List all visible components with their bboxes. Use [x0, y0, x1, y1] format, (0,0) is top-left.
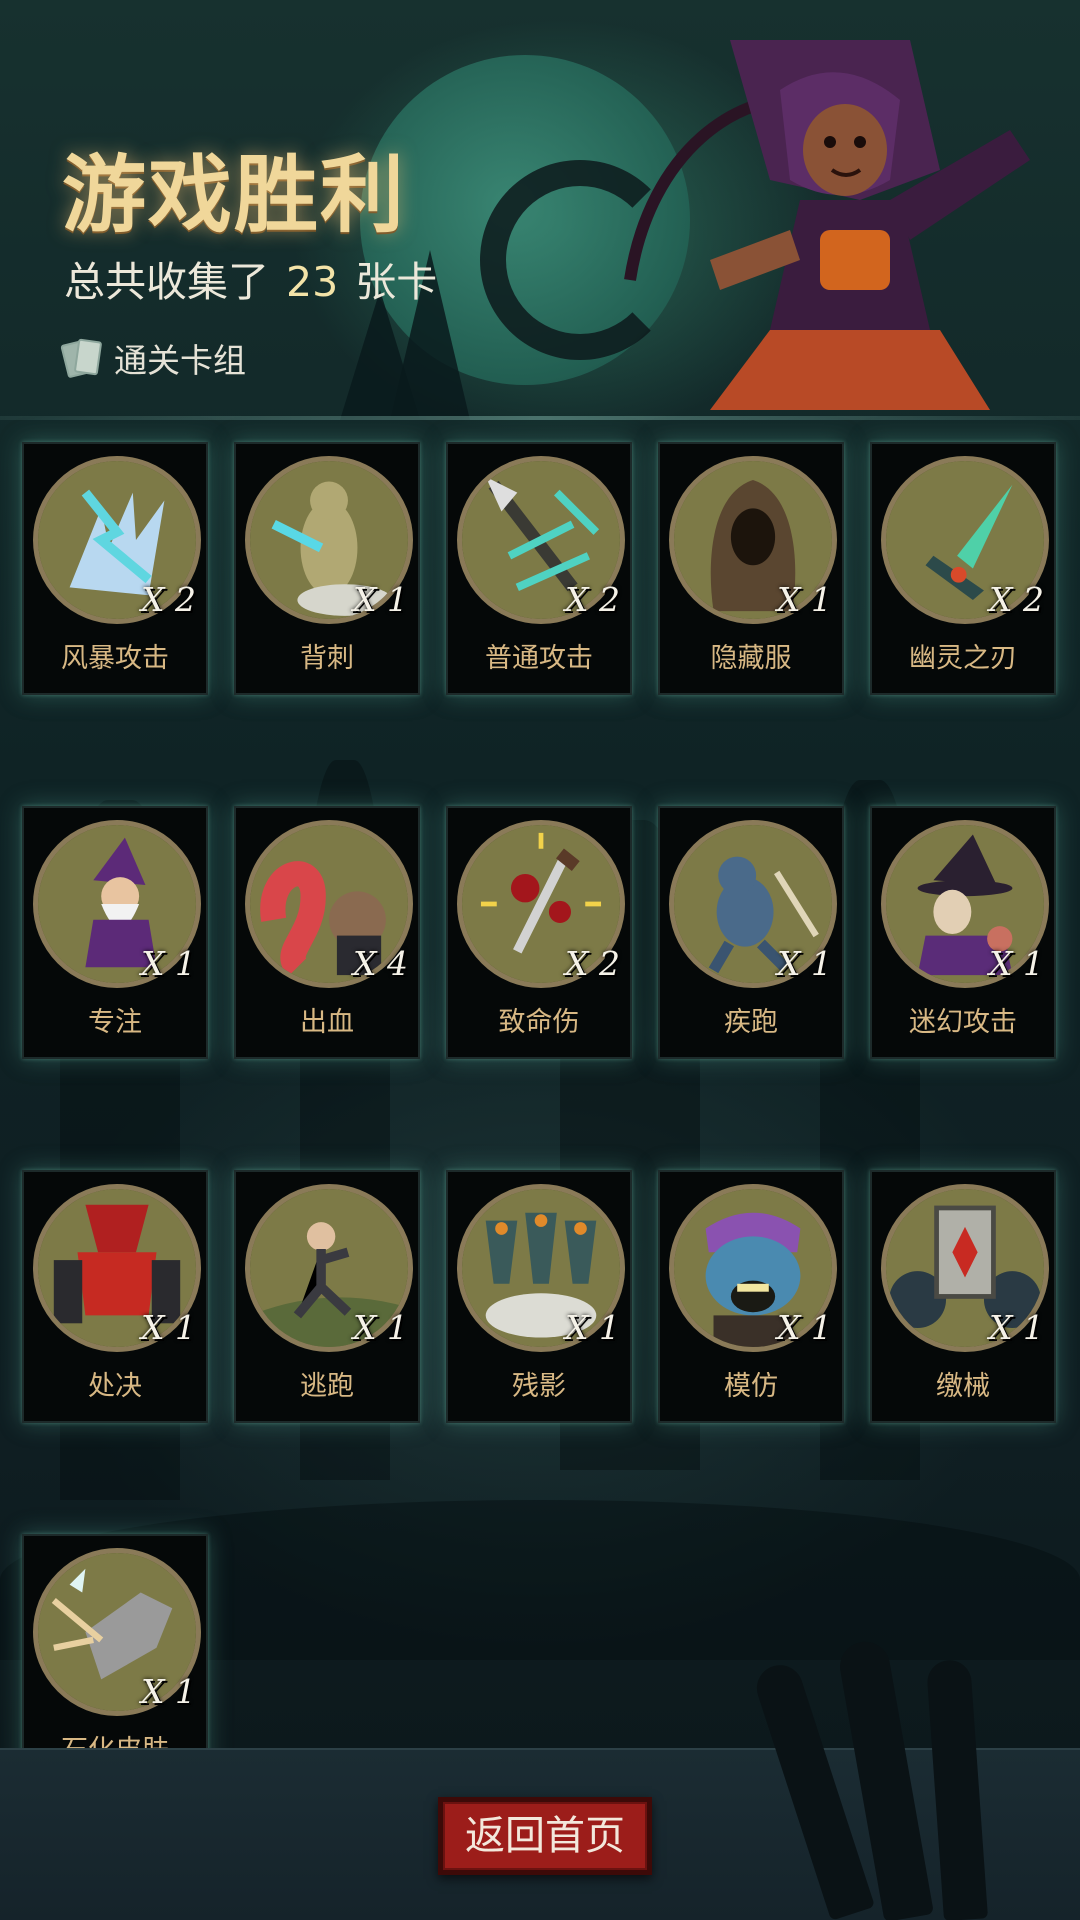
card-name: 幽灵之刃 — [909, 643, 1017, 674]
card-count: X 1 — [141, 1308, 196, 1347]
card-name: 残影 — [512, 1371, 566, 1402]
card-count: X 1 — [777, 1308, 832, 1347]
card-name: 出血 — [300, 1007, 354, 1038]
skill-card[interactable]: X 2 风暴攻击 — [22, 442, 208, 695]
card-count: X 4 — [353, 944, 408, 983]
deck-section-label: 通关卡组 — [60, 334, 246, 382]
cards-icon — [60, 338, 103, 379]
card-name: 专注 — [88, 1007, 142, 1038]
skill-card[interactable]: X 4 出血 — [234, 806, 420, 1059]
card-count: X 2 — [989, 580, 1044, 619]
collected-summary: 总共收集了 23 张卡 — [64, 248, 437, 308]
card-name: 疾跑 — [724, 1007, 778, 1038]
header-divider — [0, 416, 1080, 420]
skill-card[interactable]: X 1 迷幻攻击 — [870, 806, 1056, 1059]
skill-card[interactable]: X 1 背刺 — [234, 442, 420, 695]
card-name: 背刺 — [300, 643, 354, 674]
skill-card[interactable]: X 1 专注 — [22, 806, 208, 1059]
skill-card[interactable]: X 1 处决 — [22, 1170, 208, 1423]
card-count: X 2 — [141, 580, 196, 619]
card-name: 处决 — [88, 1371, 142, 1402]
collected-suffix: 张卡 — [355, 258, 438, 306]
card-count: X 1 — [989, 1308, 1044, 1347]
collected-count: 23 — [286, 258, 339, 306]
card-count: X 2 — [565, 944, 620, 983]
hero-rogue-illustration — [624, 40, 1030, 410]
skill-card[interactable]: X 1 模仿 — [658, 1170, 844, 1423]
card-name: 风暴攻击 — [61, 643, 169, 674]
skill-card[interactable]: X 1 残影 — [446, 1170, 632, 1423]
card-count: X 1 — [565, 1308, 620, 1347]
collected-prefix: 总共收集了 — [64, 258, 269, 306]
card-grid: X 2 风暴攻击 X 1 背刺 X 2 普通攻击 X 1 隐藏服 X 2 幽灵之刃 X 1 专注 X 4… — [22, 442, 1058, 1787]
skill-card[interactable]: X 2 致命伤 — [446, 806, 632, 1059]
skill-card[interactable]: X 2 幽灵之刃 — [870, 442, 1056, 695]
skill-card[interactable]: X 1 缴械 — [870, 1170, 1056, 1423]
card-count: X 2 — [565, 580, 620, 619]
skill-card[interactable]: X 1 隐藏服 — [658, 442, 844, 695]
skill-card[interactable]: X 2 普通攻击 — [446, 442, 632, 695]
card-count: X 1 — [353, 1308, 408, 1347]
victory-header: 游戏胜利 总共收集了 23 张卡 通关卡组 — [0, 0, 1080, 420]
skill-card[interactable]: X 1 疾跑 — [658, 806, 844, 1059]
card-count: X 1 — [777, 944, 832, 983]
card-name: 缴械 — [936, 1371, 990, 1402]
card-count: X 1 — [989, 944, 1044, 983]
card-count: X 1 — [141, 944, 196, 983]
card-name: 逃跑 — [300, 1371, 354, 1402]
pine-tree — [340, 290, 420, 420]
card-name: 模仿 — [724, 1371, 778, 1402]
deck-label-text: 通关卡组 — [114, 341, 246, 380]
skill-card[interactable]: X 1 逃跑 — [234, 1170, 420, 1423]
card-name: 致命伤 — [498, 1007, 580, 1038]
card-count: X 1 — [777, 580, 832, 619]
card-name: 普通攻击 — [485, 643, 593, 674]
return-home-button[interactable]: 返回首页 — [438, 1797, 652, 1875]
card-count: X 1 — [141, 1672, 196, 1711]
page-title: 游戏胜利 — [62, 145, 407, 244]
card-count: X 1 — [353, 580, 408, 619]
card-name: 迷幻攻击 — [909, 1007, 1017, 1038]
card-name: 隐藏服 — [710, 643, 792, 674]
